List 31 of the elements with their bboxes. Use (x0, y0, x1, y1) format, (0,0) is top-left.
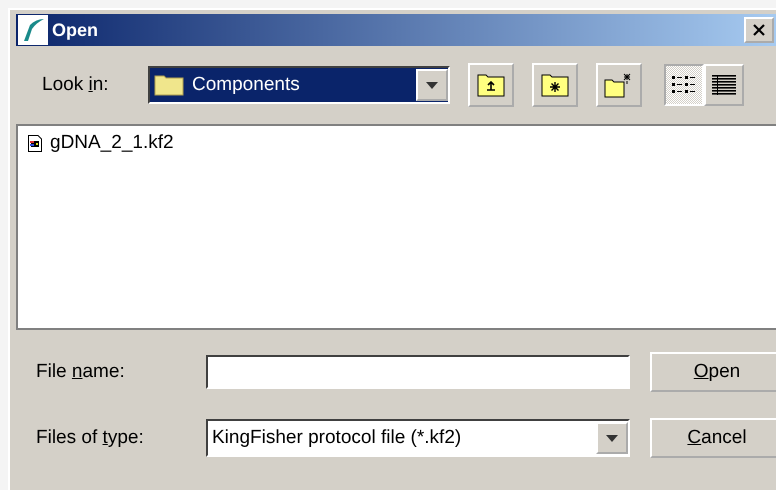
file-name-label: File name: (36, 361, 126, 383)
list-view-button[interactable] (664, 64, 704, 106)
look-in-label: Look in: (41, 74, 110, 96)
cancel-button[interactable]: Cancel (650, 418, 776, 458)
caret-icon (426, 82, 438, 88)
file-type-value: KingFisher protocol file (*.kf2) (212, 427, 462, 449)
details-view-button[interactable] (704, 64, 744, 106)
list-view-icon (671, 74, 697, 96)
close-button[interactable] (744, 17, 774, 43)
close-icon (752, 23, 766, 37)
file-icon (28, 134, 42, 152)
dropdown-arrow-button[interactable] (596, 422, 628, 454)
folder-up-arrow-icon (477, 73, 505, 97)
new-folder-button[interactable] (596, 63, 642, 107)
app-logo-icon (18, 15, 48, 45)
open-button[interactable]: Open (650, 352, 776, 392)
look-in-value: Components (192, 74, 301, 96)
window-title: Open (52, 20, 98, 40)
look-in-dropdown[interactable]: Components (148, 66, 450, 104)
file-name-field[interactable] (206, 355, 630, 389)
file-name[interactable]: gDNA_2_1.kf2 (50, 132, 174, 154)
file-type-dropdown[interactable]: KingFisher protocol file (*.kf2) (206, 419, 630, 457)
details-view-icon (711, 74, 737, 96)
up-folder-button[interactable] (468, 63, 514, 107)
home-folder-button[interactable] (532, 63, 578, 107)
dropdown-arrow-button[interactable] (416, 69, 448, 101)
file-type-label: Files of type: (36, 427, 145, 449)
folder-star-icon (541, 73, 569, 97)
caret-icon (606, 434, 618, 442)
file-list[interactable]: gDNA_2_1.kf2 (16, 124, 776, 330)
folder-icon (154, 74, 184, 96)
